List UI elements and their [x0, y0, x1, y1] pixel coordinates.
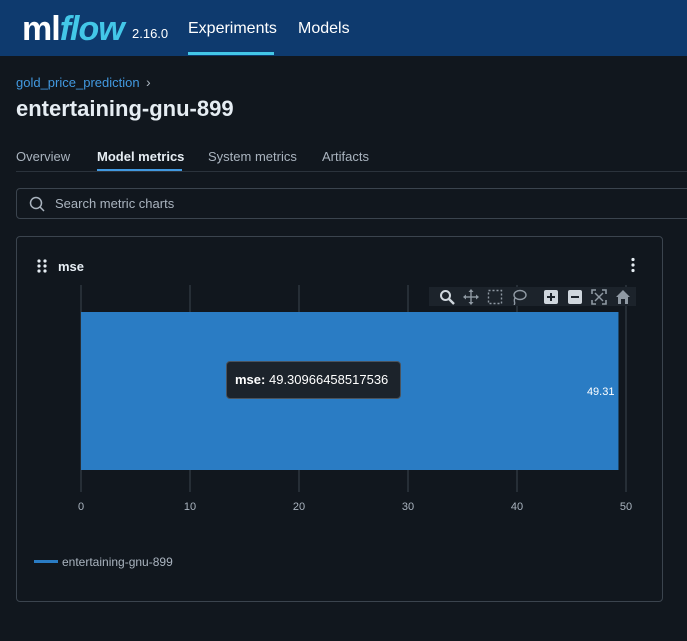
tab-overview[interactable]: Overview — [16, 149, 70, 164]
tooltip-label: mse: — [235, 372, 266, 387]
x-tick-label: 40 — [511, 501, 523, 513]
active-nav-indicator — [188, 52, 274, 55]
breadcrumb-experiment-link[interactable]: gold_price_prediction — [16, 75, 140, 90]
chart-modebar — [429, 287, 636, 306]
tab-system-metrics[interactable]: System metrics — [208, 149, 297, 164]
version-label: 2.16.0 — [132, 26, 169, 41]
logo-ml-text: ml — [22, 10, 61, 48]
tab-model-metrics[interactable]: Model metrics — [97, 149, 184, 164]
x-tick-label: 20 — [293, 501, 305, 513]
tooltip-value: 49.30966458517536 — [268, 372, 389, 387]
tabs-divider — [16, 171, 687, 172]
search-input[interactable] — [53, 195, 657, 212]
search-box — [16, 188, 687, 219]
legend-swatch — [34, 560, 58, 563]
breadcrumb-separator: › — [146, 74, 151, 90]
autoscale-icon[interactable] — [591, 289, 607, 305]
tab-artifacts[interactable]: Artifacts — [322, 149, 369, 164]
bar-hover-tooltip: mse: 49.30966458517536 — [226, 361, 401, 399]
mlflow-logo[interactable]: mlflow — [22, 10, 125, 49]
zoom-out-icon[interactable] — [567, 289, 583, 305]
nav-experiments[interactable]: Experiments — [188, 20, 277, 38]
zoom-icon[interactable] — [439, 289, 455, 305]
reset-axes-icon[interactable] — [615, 289, 631, 305]
page-title: entertaining-gnu-899 — [16, 96, 234, 121]
bar-data-label: 49.31 — [587, 386, 615, 398]
nav-models[interactable]: Models — [298, 20, 350, 38]
legend-item-run[interactable]: entertaining-gnu-899 — [62, 555, 173, 569]
pan-icon[interactable] — [463, 289, 479, 305]
zoom-in-icon[interactable] — [543, 289, 559, 305]
x-tick-label: 30 — [402, 501, 414, 513]
x-tick-label: 0 — [78, 501, 84, 513]
search-icon — [29, 196, 45, 212]
x-tick-label: 10 — [184, 501, 196, 513]
lasso-icon[interactable] — [511, 289, 527, 305]
metric-chart-card: mse 0 10 20 30 40 50 49.31 mse: 49.30966… — [16, 236, 663, 602]
logo-flow-text: flow — [59, 10, 125, 48]
top-navbar: mlflow 2.16.0 Experiments Models — [0, 0, 687, 56]
box-select-icon[interactable] — [487, 289, 503, 305]
x-tick-label: 50 — [620, 501, 632, 513]
